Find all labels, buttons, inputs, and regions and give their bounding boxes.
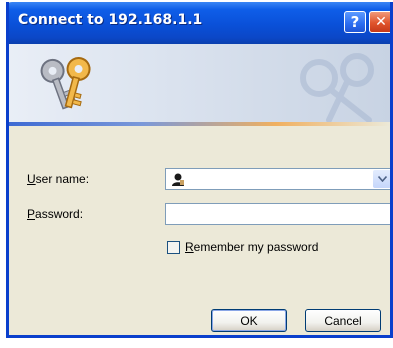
keys-icon <box>40 56 91 110</box>
window-title: Connect to 192.168.1.1 <box>18 12 203 28</box>
chevron-down-icon[interactable] <box>373 170 390 188</box>
ok-button[interactable]: OK <box>211 309 287 332</box>
username-label: User name: <box>27 172 90 186</box>
remember-password-row[interactable]: Remember my password <box>167 239 318 255</box>
user-icon <box>171 172 185 186</box>
title-bar[interactable]: Connect to 192.168.1.1 ? ✕ <box>9 2 390 44</box>
cancel-button[interactable]: Cancel <box>305 309 381 332</box>
username-combobox[interactable] <box>165 168 390 190</box>
help-button[interactable]: ? <box>344 11 366 33</box>
remember-password-checkbox[interactable] <box>167 240 180 254</box>
banner-watermark-icon <box>300 53 374 122</box>
connect-dialog: Connect to 192.168.1.1 ? ✕ User name: Pa… <box>6 2 393 338</box>
close-button[interactable]: ✕ <box>369 11 390 33</box>
password-field[interactable] <box>165 203 390 225</box>
banner-divider <box>9 122 390 126</box>
password-label: Password: <box>27 207 84 221</box>
remember-password-label[interactable]: Remember my password <box>185 240 318 254</box>
